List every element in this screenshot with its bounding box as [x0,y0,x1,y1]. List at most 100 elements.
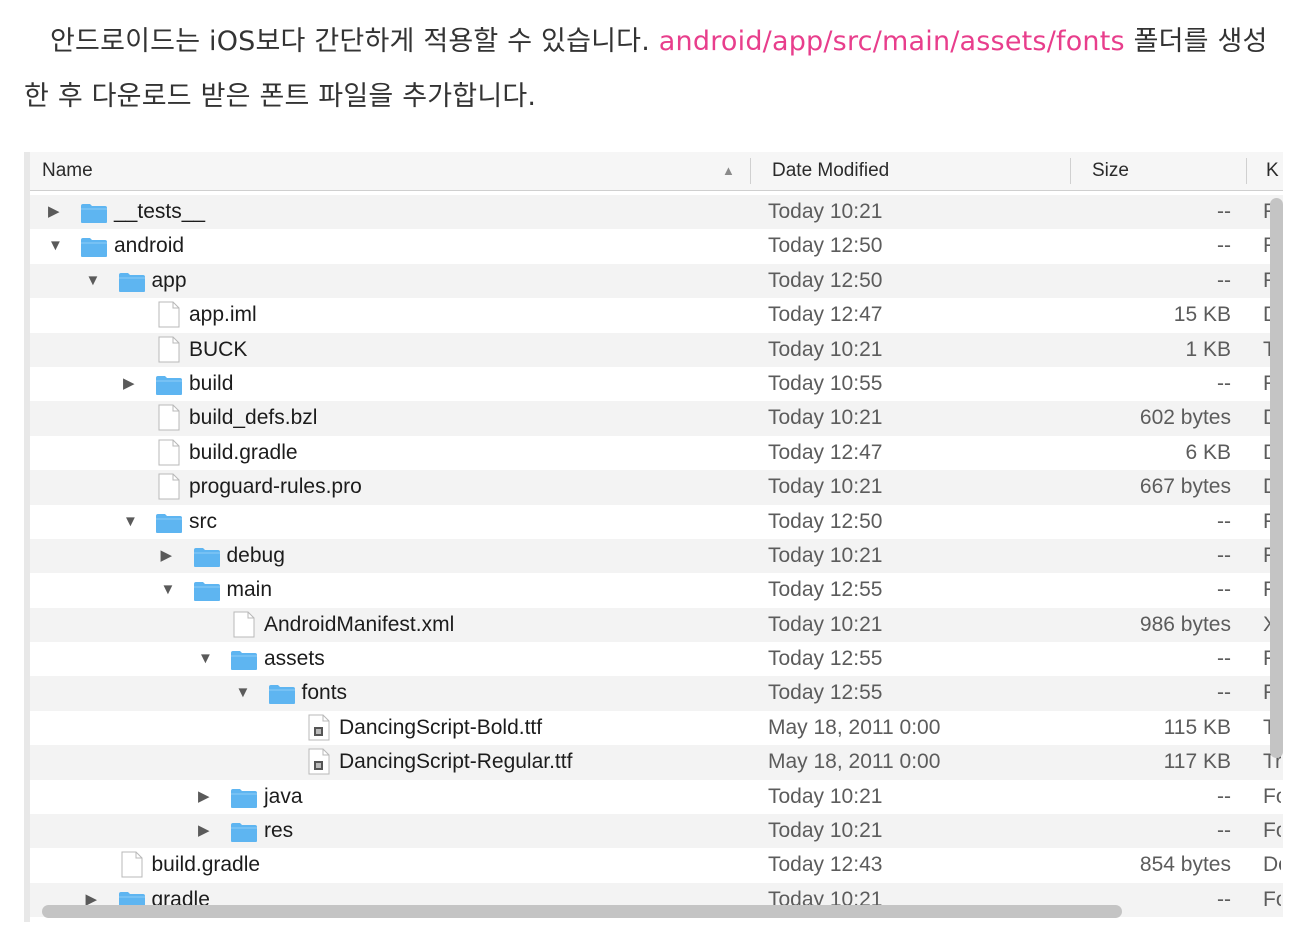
column-header-date-modified[interactable]: Date Modified [772,152,889,190]
file-size: 6 KB [1185,440,1231,464]
file-row[interactable]: ▼assetsToday 12:55--Fo [30,642,1283,677]
document-icon [158,404,180,437]
file-name: DancingScript-Bold.ttf [339,715,543,739]
file-size: 115 KB [1163,715,1231,739]
disclosure-collapsed-icon[interactable]: ▶ [198,814,210,848]
file-row[interactable]: build_defs.bzlToday 10:21602 bytesDo [30,401,1283,437]
folder-icon [230,787,258,815]
horizontal-scrollbar[interactable] [42,905,1122,918]
file-row[interactable]: build.gradle Today 12:43 854 bytes Do [30,848,1283,883]
file-size: 117 KB [1163,750,1231,774]
file-size: -- [1217,200,1231,223]
date-modified: Today 10:21 [768,784,883,808]
file-kind: Fo [1263,784,1281,808]
disclosure-expanded-icon[interactable]: ▼ [236,676,251,710]
file-size: -- [1217,371,1231,395]
file-row[interactable]: ▼mainToday 12:55--Fo [30,573,1283,608]
finder-list-view: Name ▲ Date Modified Size K ▶ __tests__ To… [24,152,1283,922]
disclosure-collapsed-icon[interactable]: ▶ [48,195,60,229]
document-icon [233,611,255,644]
file-size: -- [1217,819,1231,843]
date-modified: Today 12:55 [768,647,883,671]
column-header-size[interactable]: Size [1092,152,1129,190]
file-name: build.gradle [189,440,298,464]
date-modified: Today 10:21 [768,819,883,843]
folder-icon [155,512,183,540]
date-modified: Today 12:55 [768,578,883,602]
file-size: -- [1217,647,1231,671]
file-size: -- [1217,887,1231,911]
file-row[interactable]: ▶__tests__Today 10:21--Fo [30,195,1283,230]
date-modified: Today 12:47 [768,440,883,464]
file-row[interactable]: build.gradleToday 12:476 KBDo [30,435,1283,472]
folder-icon [268,683,296,711]
document-icon [158,473,180,506]
file-size: 15 KB [1173,303,1231,327]
disclosure-expanded-icon[interactable]: ▼ [161,573,176,607]
file-row[interactable]: ▼appToday 12:50--Fo [30,263,1283,299]
file-row[interactable]: app.imlToday 12:4715 KBDo [30,298,1283,334]
disclosure-collapsed-icon[interactable]: ▶ [161,539,173,573]
file-size: -- [1217,784,1231,808]
date-modified: Today 12:50 [768,234,883,258]
file-kind: Fo [1263,819,1281,843]
date-modified: Today 10:21 [768,406,883,430]
file-size: 986 bytes [1139,612,1231,636]
column-header-kind[interactable]: K [1266,152,1279,190]
file-size: 1 KB [1185,337,1231,361]
file-size: 667 bytes [1139,475,1231,499]
disclosure-expanded-icon[interactable]: ▼ [86,264,101,298]
disclosure-collapsed-icon[interactable]: ▶ [198,780,210,814]
file-size: -- [1217,681,1231,705]
date-modified: May 18, 2011 0:00 [768,750,941,774]
code-path: android/app/src/main/assets/fonts [658,26,1125,57]
date-modified: Today 12:43 [768,853,883,877]
date-modified: Today 12:50 [768,268,883,292]
column-divider[interactable] [1246,158,1247,184]
vertical-scrollbar[interactable] [1270,198,1283,758]
disclosure-expanded-icon[interactable]: ▼ [123,505,138,539]
file-size: -- [1217,268,1231,292]
document-icon [158,439,180,472]
file-name: debug [226,543,285,567]
date-modified: Today 10:21 [768,475,883,499]
file-row[interactable]: proguard-rules.proToday 10:21667 bytesDo [30,470,1283,506]
column-divider[interactable] [1070,158,1071,184]
file-row[interactable]: AndroidManifest.xmlToday 10:21986 bytesX… [30,607,1283,644]
file-row[interactable]: ▼srcToday 12:50--Fo [30,504,1283,540]
date-modified: Today 12:47 [768,303,883,327]
file-name: build [189,371,234,395]
file-name: build_defs.bzl [189,406,318,430]
document-icon [158,301,180,334]
folder-icon [155,374,183,402]
file-row[interactable]: ▼androidToday 12:50--Fo [30,229,1283,264]
folder-icon [80,236,108,264]
date-modified: Today 10:21 [768,612,883,636]
disclosure-expanded-icon[interactable]: ▼ [198,642,213,676]
folder-icon [118,271,146,299]
file-name: build.gradle [151,853,261,877]
file-name: DancingScript-Regular.ttf [339,750,573,774]
disclosure-expanded-icon[interactable]: ▼ [48,229,63,263]
file-size: -- [1217,234,1231,258]
file-name: res [264,819,294,843]
file-row[interactable]: ▶buildToday 10:55--Fo [30,366,1283,402]
file-row[interactable]: ▶ java Today 10:21 -- Fo [30,779,1283,815]
file-row[interactable]: ▶debugToday 10:21--Fo [30,538,1283,574]
file-row[interactable]: ▶ res Today 10:21 -- Fo [30,814,1283,849]
file-name: fonts [301,681,348,705]
disclosure-collapsed-icon[interactable]: ▶ [123,367,135,401]
file-name: app [151,268,187,292]
sort-ascending-icon: ▲ [722,163,735,178]
file-name: src [189,509,217,533]
file-row[interactable]: DancingScript-Regular.ttf May 18, 2011 0:… [30,745,1283,780]
column-divider[interactable] [750,158,751,184]
column-header-name[interactable]: Name [42,152,93,190]
date-modified: Today 10:55 [768,371,883,395]
folder-icon [193,580,221,608]
file-row[interactable]: ▼fontsToday 12:55--Fo [30,676,1283,711]
font-file-icon [308,714,330,747]
column-header: Name ▲ Date Modified Size K [30,152,1283,191]
file-row[interactable]: DancingScript-Bold.ttf May 18, 2011 0:00 1… [30,710,1283,747]
file-row[interactable]: BUCKToday 10:211 KBTe [30,332,1283,367]
